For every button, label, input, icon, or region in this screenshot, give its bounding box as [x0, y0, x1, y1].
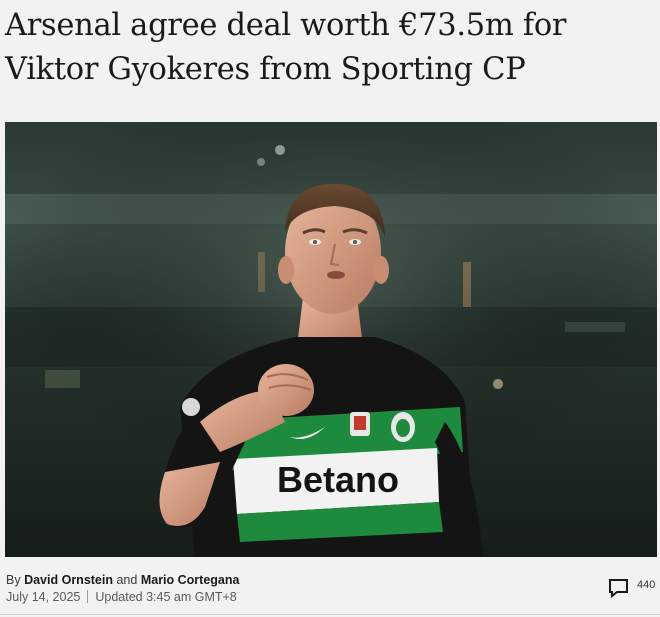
shirt-sponsor-text: Betano	[277, 459, 399, 500]
comments-button[interactable]: 440	[608, 577, 656, 599]
comment-icon	[609, 579, 628, 599]
byline-conjunction: and	[116, 573, 138, 587]
byline-prefix: By	[6, 573, 21, 587]
headline-line-1: Arsenal agree deal worth €73.5m for	[5, 8, 567, 43]
article-headline: Arsenal agree deal worth €73.5m for Vikt…	[5, 4, 655, 92]
author-link-2[interactable]: Mario Cortegana	[141, 573, 240, 587]
byline: By David Ornstein and Mario Cortegana	[6, 573, 239, 587]
dateline-divider	[87, 590, 89, 603]
hero-photo: Betano	[5, 122, 657, 557]
publish-date: July 14, 2025	[6, 590, 81, 604]
headline-line-2: Viktor Gyokeres from Sporting CP	[5, 52, 526, 87]
updated-time: Updated 3:45 am GMT+8	[95, 590, 237, 604]
dateline: July 14, 2025 Updated 3:45 am GMT+8	[6, 590, 237, 604]
comment-count: 440	[637, 579, 656, 591]
author-link-1[interactable]: David Ornstein	[24, 573, 113, 587]
divider	[0, 614, 660, 615]
player-celebration-photo: Betano	[5, 122, 657, 557]
